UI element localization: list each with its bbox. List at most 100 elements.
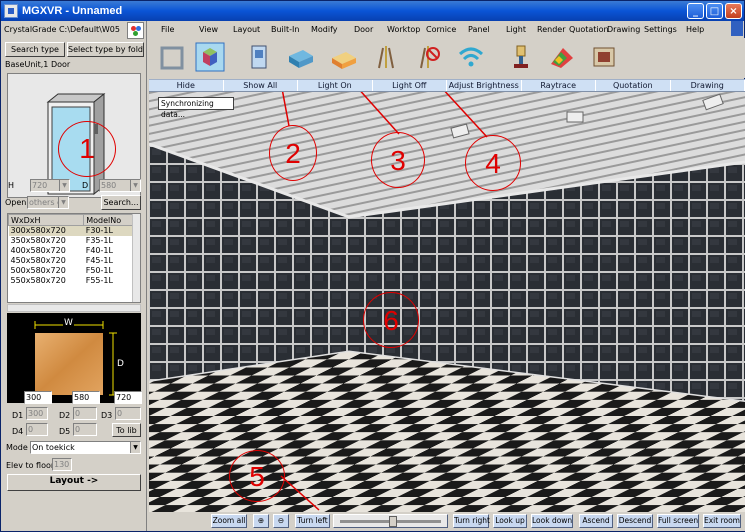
cell-size: 400x580x720 <box>10 246 66 255</box>
slider-thumb[interactable] <box>389 516 397 527</box>
search-type-button[interactable]: Search type <box>5 42 65 57</box>
width-input[interactable]: 300 <box>24 391 52 404</box>
close-button[interactable]: × <box>725 3 742 19</box>
menu-worktop[interactable]: Worktop <box>387 25 420 34</box>
menu-built-in[interactable]: Built-In <box>271 25 299 34</box>
elev-input[interactable]: 130 <box>52 458 72 471</box>
cell-model: F40-1L <box>85 246 113 255</box>
tab-light-off[interactable]: Light Off <box>373 80 447 91</box>
menu-settings[interactable]: Settings <box>644 25 677 34</box>
door-icon[interactable] <box>244 42 274 72</box>
mode-select[interactable]: On toekick ▼ <box>30 441 141 454</box>
wireless-icon[interactable] <box>456 42 486 72</box>
look-up-button[interactable]: Look up <box>493 514 527 528</box>
menu-quotation[interactable]: Quotation <box>569 25 609 34</box>
cell-model: F55-1L <box>85 276 113 285</box>
menu-render[interactable]: Render <box>537 25 565 34</box>
window-title: MGXVR - Unnamed <box>22 5 123 17</box>
ascend-button[interactable]: Ascend <box>579 514 613 528</box>
menu-layout[interactable]: Layout <box>233 25 260 34</box>
d2-input[interactable]: 0 <box>73 407 97 420</box>
d-select[interactable]: 580 ▼ <box>99 179 141 192</box>
menu-bar: File View Layout Built-In Modify Door Wo… <box>149 21 745 38</box>
table-row[interactable]: 550x580x720 F55-1L <box>9 276 134 286</box>
d4-input[interactable]: 0 <box>26 423 48 436</box>
grid-vertical-scrollbar[interactable] <box>132 214 140 302</box>
cornice-icon[interactable] <box>328 42 358 72</box>
zoom-all-button[interactable]: Zoom all <box>211 514 247 528</box>
rotation-slider[interactable] <box>333 514 448 528</box>
zoom-in-icon[interactable]: ⊕ <box>253 514 269 528</box>
worktop-icon[interactable] <box>285 42 315 72</box>
table-row[interactable]: 400x580x720 F40-1L <box>9 246 134 256</box>
layout-button[interactable]: Layout -> <box>7 474 141 491</box>
search-button[interactable]: Search... <box>101 195 141 210</box>
tab-adjust-brightness[interactable]: Adjust Brightness <box>447 80 522 91</box>
room-render <box>149 92 745 512</box>
annotation-2: 2 <box>269 125 317 181</box>
to-lib-button[interactable]: To lib <box>112 423 141 437</box>
tab-raytrace[interactable]: Raytrace <box>522 80 596 91</box>
film-icon[interactable] <box>589 42 619 72</box>
tab-show-all[interactable]: Show All <box>224 80 298 91</box>
navigation-bar: Zoom all ⊕ ⊖ Turn left Turn right Look u… <box>149 512 745 531</box>
d-value: 580 <box>101 181 117 190</box>
d1-label: D1 <box>12 411 24 420</box>
palette-icon[interactable] <box>127 22 144 39</box>
annotation-6: 6 <box>363 292 419 348</box>
table-row[interactable]: 500x580x720 F50-1L <box>9 266 134 276</box>
menu-help[interactable]: Help <box>686 25 704 34</box>
model-grid[interactable]: WxDxH ModelNo 300x580x720 F30-1L 350x580x… <box>7 213 141 303</box>
open-select[interactable]: others c ▼ <box>27 196 69 209</box>
tab-quotation[interactable]: Quotation <box>596 80 671 91</box>
lamp-icon[interactable] <box>506 42 536 72</box>
menu-extra-icon[interactable] <box>731 21 743 36</box>
grid-header-model[interactable]: ModelNo <box>83 214 134 226</box>
tab-light-on[interactable]: Light On <box>298 80 373 91</box>
panel-light-icon[interactable] <box>371 42 401 72</box>
menu-modify[interactable]: Modify <box>311 25 338 34</box>
3d-viewport[interactable]: Synchronizing data... 2 3 4 6 5 <box>149 92 745 512</box>
menu-door[interactable]: Door <box>354 25 373 34</box>
zoom-out-icon[interactable]: ⊖ <box>273 514 289 528</box>
grid-header-size[interactable]: WxDxH <box>8 214 85 226</box>
height-label: H <box>104 395 111 404</box>
table-row[interactable]: 450x580x720 F45-1L <box>9 256 134 266</box>
minimize-button[interactable]: _ <box>687 3 704 19</box>
depth-input[interactable]: 580 <box>72 391 100 404</box>
tab-hide[interactable]: Hide <box>149 80 224 91</box>
chevron-down-icon: ▼ <box>130 180 140 191</box>
turn-right-button[interactable]: Turn right <box>453 514 490 528</box>
cell-size: 350x580x720 <box>10 236 66 245</box>
d3-input[interactable]: 0 <box>115 407 141 420</box>
menu-panel[interactable]: Panel <box>468 25 490 34</box>
menu-cornice[interactable]: Cornice <box>426 25 456 34</box>
cube-icon[interactable] <box>195 42 225 72</box>
full-screen-button[interactable]: Full screen <box>657 514 699 528</box>
dimension-sketch: W D <box>7 313 141 403</box>
menu-light[interactable]: Light <box>506 25 526 34</box>
maximize-button[interactable]: □ <box>706 3 723 19</box>
descend-button[interactable]: Descend <box>617 514 653 528</box>
cell-model: F45-1L <box>85 256 113 265</box>
select-folder-button[interactable]: Select type by folder <box>67 42 144 57</box>
turn-left-button[interactable]: Turn left <box>295 514 330 528</box>
function-tab-bar: Hide Show All Light On Light Off Adjust … <box>149 79 745 92</box>
table-row[interactable]: 300x580x720 F30-1L <box>8 225 134 236</box>
exit-room-button[interactable]: Exit room <box>703 514 741 528</box>
height-input[interactable]: 720 <box>114 391 142 404</box>
menu-drawing[interactable]: Drawing <box>607 25 640 34</box>
application-window: MGXVR - Unnamed _ □ × CrystalGrade C:\De… <box>0 0 745 532</box>
select-icon[interactable] <box>157 42 187 72</box>
h-select[interactable]: 720 ▼ <box>30 179 70 192</box>
look-down-button[interactable]: Look down <box>531 514 573 528</box>
d5-input[interactable]: 0 <box>73 423 97 436</box>
menu-view[interactable]: View <box>199 25 218 34</box>
light-off-icon[interactable] <box>413 42 443 72</box>
paint-icon[interactable] <box>547 42 577 72</box>
menu-file[interactable]: File <box>161 25 174 34</box>
tab-drawing[interactable]: Drawing <box>671 80 745 91</box>
table-row[interactable]: 350x580x720 F35-1L <box>9 236 134 246</box>
grid-horizontal-scrollbar[interactable] <box>7 304 141 312</box>
d1-input[interactable]: 300 <box>26 407 48 420</box>
